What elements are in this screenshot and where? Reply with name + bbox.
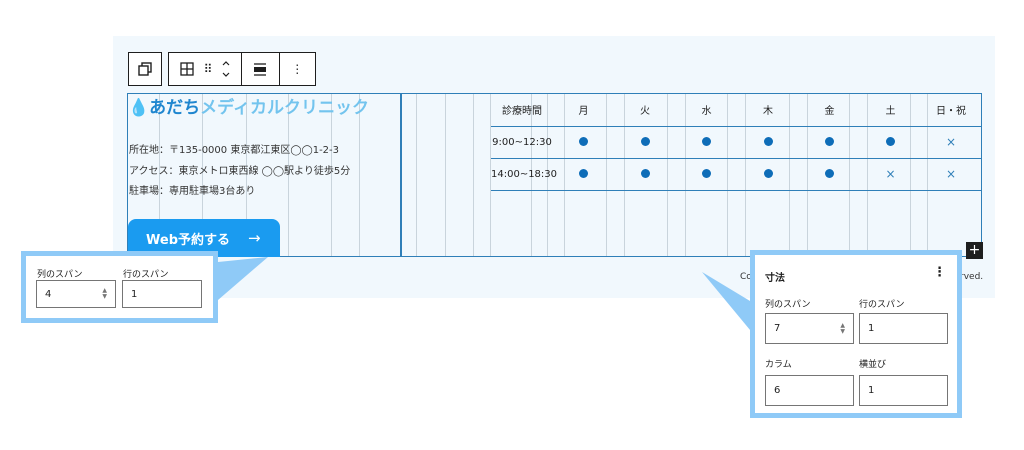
col-span-input[interactable]: 7 ▲ ▼ <box>765 313 854 344</box>
panel-title: 寸法 <box>765 273 785 284</box>
dimensions-panel: 寸法 ⋮ 列のスパン 行のスパン 7 ▲ ▼ 1 カラム 横並び 6 1 <box>750 250 962 418</box>
row-span-label: 行のスパン <box>859 300 905 310</box>
spinner-icon[interactable]: ▲ ▼ <box>840 322 845 335</box>
minimum-width-label: 横並び <box>859 360 887 370</box>
col-span-label: 列のスパン <box>765 300 811 310</box>
row-span-input[interactable]: 1 <box>859 313 948 344</box>
row-span-input[interactable]: 1 <box>122 280 202 308</box>
col-span-label: 列のスパン <box>37 270 83 280</box>
spinner-icon[interactable]: ▲ ▼ <box>102 288 107 300</box>
columns-label: カラム <box>765 360 792 370</box>
more-vertical-icon[interactable]: ⋮ <box>933 265 946 280</box>
minimum-width-input[interactable]: 1 <box>859 375 948 406</box>
columns-input[interactable]: 6 <box>765 375 854 406</box>
col-span-input[interactable]: 4 ▲ ▼ <box>36 280 116 308</box>
row-span-label: 行のスパン <box>123 270 169 280</box>
left-span-panel: 列のスパン 行のスパン 4 ▲ ▼ 1 <box>21 251 218 323</box>
